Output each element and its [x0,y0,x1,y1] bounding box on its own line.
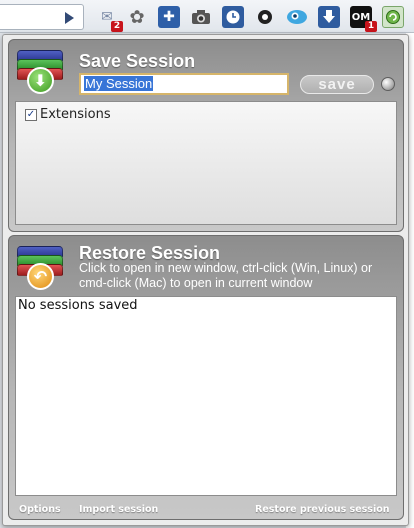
extensions-option[interactable]: ✓ Extensions [25,107,111,122]
restore-arrow-icon: ↶ [27,263,54,290]
om-extension-icon[interactable]: OM 1 [350,6,377,32]
mail-extension-icon[interactable]: ✉ 2 [96,6,123,32]
session-name-input[interactable]: My Session [79,73,289,95]
sessions-list[interactable]: No sessions saved [15,296,397,496]
address-bar[interactable] [0,4,84,30]
extensions-checkbox[interactable]: ✓ [25,108,37,121]
restore-instructions: Click to open in new window, ctrl-click … [79,261,373,290]
om-badge: 1 [365,21,377,32]
gear-extension-icon[interactable]: ✿ [126,6,148,28]
restore-session-title: Restore Session [79,243,221,263]
no-sessions-message: No sessions saved [18,298,138,313]
browser-toolbar: ✉ 2 ✿ ✚ OM 1 [0,0,414,33]
restore-session-panel: ↶ Restore Session Click to open in new w… [8,235,404,520]
extensions-label: Extensions [40,107,111,122]
save-session-title: Save Session [79,51,196,71]
session-manager-extension-icon[interactable] [382,6,404,28]
session-name-value: My Session [84,76,154,91]
save-options-box: ✓ Extensions [15,101,397,225]
eye-extension-icon[interactable] [286,6,308,28]
options-link[interactable]: Options [19,504,61,516]
download-extension-icon[interactable] [318,6,340,28]
go-arrow-icon[interactable] [65,12,74,24]
puzzle-extension-icon[interactable]: ✚ [158,6,180,28]
save-options-icon[interactable] [381,77,395,91]
camera-extension-icon[interactable] [190,6,212,28]
restore-session-icon: ↶ [17,246,63,292]
import-session-link[interactable]: Import session [79,504,158,516]
session-popup: ⬇ Save Session My Session save ✓ Extensi… [2,34,409,526]
save-session-icon: ⬇ [17,50,63,96]
down-arrow-icon: ⬇ [27,67,54,94]
mail-badge: 2 [111,21,123,32]
save-session-panel: ⬇ Save Session My Session save ✓ Extensi… [8,39,404,232]
restore-previous-session-link[interactable]: Restore previous session [255,504,390,516]
save-button[interactable]: save [300,75,374,94]
settings-gear-icon[interactable] [254,6,276,28]
clock-extension-icon[interactable] [222,6,244,28]
